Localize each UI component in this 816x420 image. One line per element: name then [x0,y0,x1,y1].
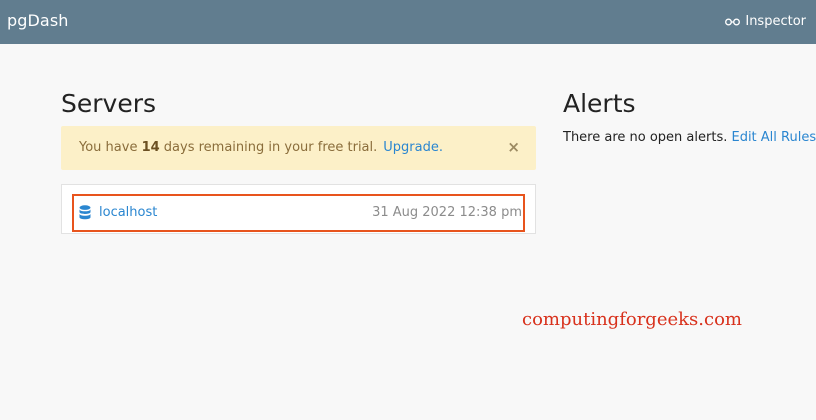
server-name-link[interactable]: localhost [99,205,157,221]
server-timestamp: 31 Aug 2022 12:38 pm [372,205,522,220]
inspector-label: Inspector [745,14,806,29]
upgrade-link[interactable]: Upgrade. [383,140,443,155]
edit-all-rules-link[interactable]: Edit All Rules [731,130,816,145]
brand-logo-text[interactable]: pgDash [7,11,69,31]
servers-heading: Servers [61,89,157,118]
trial-banner: You have 14 days remaining in your free … [61,126,536,170]
trial-days: 14 [141,140,160,155]
trial-suffix: days remaining in your free trial. [159,140,378,155]
database-icon [79,205,91,220]
glasses-icon [725,18,741,26]
close-banner-button[interactable]: × [507,138,520,156]
watermark-text: computingforgeeks.com [522,309,742,330]
trial-prefix: You have [79,140,142,155]
inspector-link[interactable]: Inspector [725,13,806,31]
alerts-heading: Alerts [563,89,636,118]
top-navbar: pgDash Inspector [0,0,816,44]
server-row-localhost[interactable]: localhost 31 Aug 2022 12:38 pm [72,194,525,232]
alerts-status: There are no open alerts. Edit All Rules… [563,130,816,146]
server-list: localhost 31 Aug 2022 12:38 pm [61,184,536,234]
alerts-empty-text: There are no open alerts. [563,130,732,145]
trial-message: You have 14 days remaining in your free … [79,140,443,156]
